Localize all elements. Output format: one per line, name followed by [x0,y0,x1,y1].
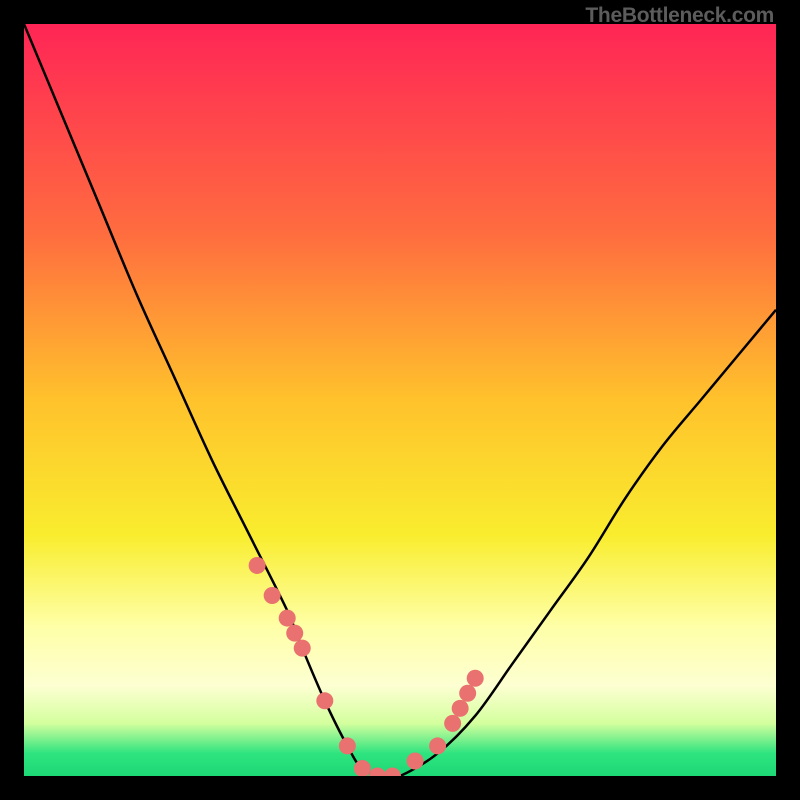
data-point [279,610,296,627]
gradient-background [24,24,776,776]
data-point [249,557,266,574]
chart-svg [24,24,776,776]
data-point [444,715,461,732]
data-point [452,700,469,717]
chart-plot-area [24,24,776,776]
data-point [294,640,311,657]
data-point [407,752,424,769]
data-point [459,685,476,702]
data-point [467,670,484,687]
data-point [286,625,303,642]
data-point [264,587,281,604]
data-point [429,737,446,754]
watermark-text: TheBottleneck.com [585,4,774,28]
data-point [316,692,333,709]
data-point [339,737,356,754]
